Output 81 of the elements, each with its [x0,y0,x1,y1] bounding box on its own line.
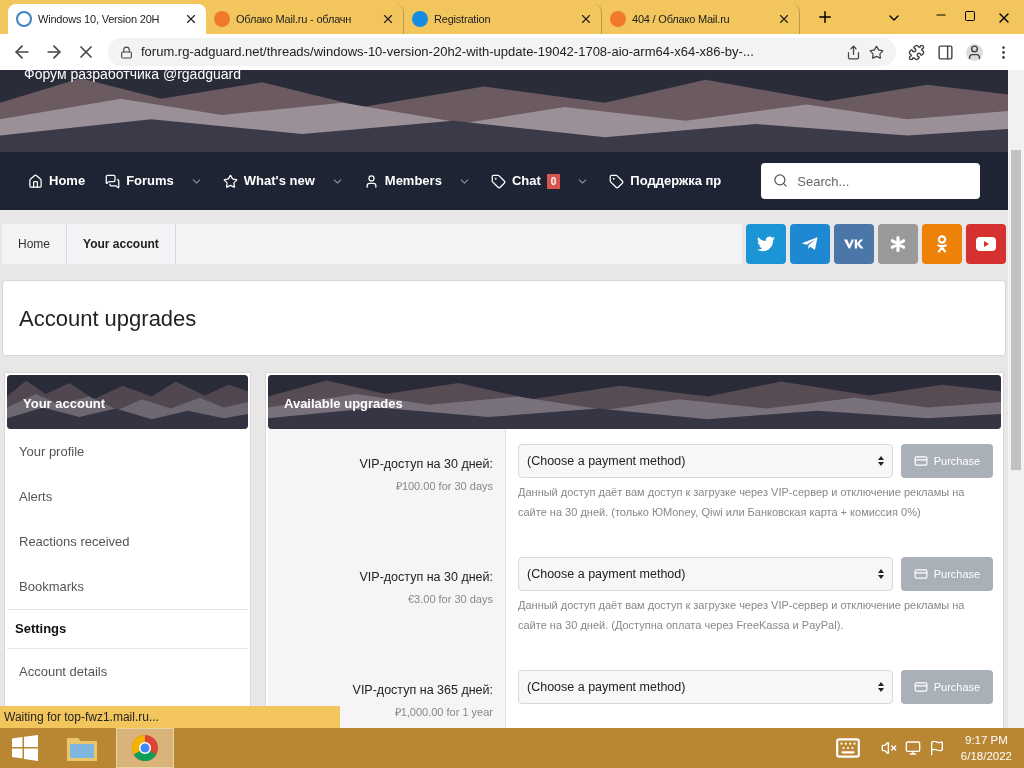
page-title: Account upgrades [19,304,197,333]
search-field[interactable]: Search... [761,163,980,199]
sidebar-link[interactable]: Reactions received [7,519,248,564]
social-button[interactable] [922,224,962,264]
upgrade-name: VIP-доступ на 30 дней: [359,456,493,473]
search-icon [773,173,789,188]
tab-title: 404 / Облако Mail.ru [632,11,731,27]
close-icon[interactable] [381,12,395,26]
upgrades-title: Available upgrades [284,395,403,413]
upgrade-price: ₽100.00 for 30 days [395,478,493,494]
new-tab-icon[interactable] [816,8,834,26]
breadcrumb-link[interactable]: Your account [67,224,176,264]
asterisk-icon [890,236,906,252]
bird-icon [757,236,775,252]
upgrade-name: VIP-доступ на 30 дней: [359,569,493,586]
social-button[interactable] [746,224,786,264]
vk-letters-icon [844,238,864,250]
paper-plane-icon [801,236,819,252]
sidebar-link[interactable]: Your profile [7,429,248,474]
close-icon[interactable] [184,12,198,26]
nav-link[interactable]: Chat 0 [490,171,561,191]
close-icon[interactable] [777,12,791,26]
figure-icon [936,235,948,253]
speaker-muted-icon[interactable] [880,740,897,756]
share-icon[interactable] [846,44,861,60]
nav-link[interactable]: Members [363,171,442,191]
sidebar-heading: Settings [7,609,248,649]
sidebar-link[interactable]: Alerts [7,474,248,519]
nav-link[interactable]: Поддержка пр [609,171,722,191]
breadcrumb-link[interactable]: Home [2,224,67,264]
user-icon [363,173,379,189]
side-panel-icon[interactable] [937,43,954,61]
flag-icon[interactable] [928,740,945,756]
chat-bubbles-icon [105,173,121,189]
close-icon[interactable] [579,12,593,26]
tab-title: Облако Mail.ru - облачн [236,11,353,27]
star-icon [222,173,238,189]
tab-title: Registration [434,11,492,27]
lock-icon [120,45,133,59]
social-button[interactable] [878,224,918,264]
up-down-caret-icon [878,682,884,692]
play-icon [976,237,996,251]
tag-icon [609,173,625,189]
chrome-taskbar-button[interactable] [116,728,174,768]
count-badge: 0 [546,173,561,189]
scrollbar[interactable] [1008,70,1024,728]
sidebar-link[interactable]: Bookmarks [7,564,248,609]
status-tooltip: Waiting for top-fwz1.mail.ru... [0,706,340,728]
page-favicon-icon [214,11,230,27]
social-button[interactable] [966,224,1006,264]
maximize-icon[interactable] [964,10,976,22]
keyboard-icon[interactable] [834,735,861,761]
nav-link[interactable]: Home [28,171,86,191]
home-icon [28,173,43,189]
up-down-caret-icon [878,569,884,579]
address-field[interactable]: forum.rg-adguard.net/threads/windows-10-version-20h2-with-update-19042-1708-aio-arm64-x64-x86-by-... [108,38,896,66]
windows-logo-icon[interactable] [12,735,38,761]
profile-icon[interactable] [966,43,983,61]
sidebar-link[interactable]: Account details [7,649,248,694]
extensions-icon[interactable] [908,43,925,61]
chrome-logo-icon [131,734,159,762]
nav-link[interactable]: Forums [105,171,174,191]
up-down-caret-icon [878,456,884,466]
upgrade-name: VIP-доступ на 365 дней: [352,682,493,699]
upgrade-description: Данный доступ даёт вам доступ к загрузке через VIP-сервер и отключение рекламы на сайте на 30 дней. (только ЮMoney, Qiwi или Банковская карта + комиссия 0%) [518,485,966,520]
upgrade-price: €3.00 for 30 days [408,591,493,607]
page-favicon-icon [610,11,626,27]
credit-card-icon [913,454,928,468]
bookmark-star-icon[interactable] [869,44,884,60]
social-button[interactable] [790,224,830,264]
page-favicon-icon [16,11,32,27]
browser-tab[interactable]: Windows 10, Version 20H [8,4,206,34]
upgrade-price: ₽1,000.00 for 1 year [394,704,493,720]
sidebar-title: Your account [23,395,106,413]
tab-title: Windows 10, Version 20H [38,11,161,27]
nav-link[interactable]: What's new [222,171,315,191]
credit-card-icon [913,680,928,694]
social-button[interactable] [834,224,874,264]
upgrade-description: Данный доступ даёт вам доступ к загрузке через VIP-сервер и отключение рекламы на сайте на 30 дней. (Доступна оплата через FreeKassa и PayPal). [518,598,966,633]
credit-card-icon [913,567,928,581]
tag-icon [490,173,506,189]
